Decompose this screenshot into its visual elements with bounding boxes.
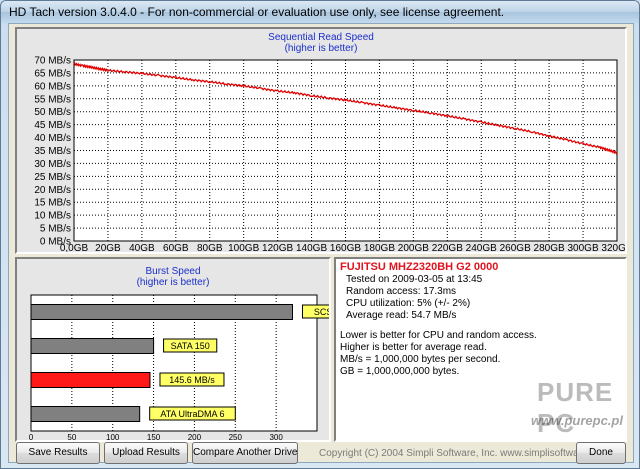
read-y-tick-label: 25 MB/s <box>34 172 71 183</box>
copyright-text: Copyright (C) 2004 Simpli Software, Inc.… <box>319 448 610 459</box>
read-x-tick-label: 140GB <box>296 243 327 252</box>
average-read: Average read: 54.7 MB/s <box>346 310 457 321</box>
read-x-tick-label: 80GB <box>197 243 223 252</box>
burst-bar-label: 145.6 MB/s <box>169 375 215 385</box>
random-access: Random access: 17.3ms <box>346 286 457 297</box>
compare-another-drive-button[interactable]: Compare Another Drive <box>192 442 298 464</box>
results-info-panel: FUJITSU MHZ2320BH G2 0000 Tested on 2009… <box>334 257 627 442</box>
read-x-tick-label: 40GB <box>129 243 155 252</box>
note-lower-better: Lower is better for CPU and random acces… <box>340 330 537 341</box>
read-y-tick-label: 40 MB/s <box>34 133 71 144</box>
burst-bar-label: ATA UltraDMA 6 <box>160 409 224 419</box>
read-x-tick-label: 200GB <box>398 243 429 252</box>
window-title: HD Tach version 3.0.4.0 - For non-commer… <box>9 5 505 19</box>
read-speed-panel: Sequential Read Speed (higher is better)… <box>15 27 627 254</box>
read-x-tick-label: 300GB <box>567 243 598 252</box>
read-y-tick-label: 60 MB/s <box>34 81 71 92</box>
burst-x-tick-label: 0 <box>29 433 34 440</box>
read-x-tick-label: 220GB <box>432 243 463 252</box>
cpu-utilization: CPU utilization: 5% (+/- 2%) <box>346 298 471 309</box>
burst-bar-label: SCSI Ultra320 <box>314 307 329 317</box>
app-window: HD Tach version 3.0.4.0 - For non-commer… <box>0 0 640 469</box>
read-y-tick-label: 30 MB/s <box>34 159 71 170</box>
read-y-tick-label: 20 MB/s <box>34 185 71 196</box>
burst-bar <box>30 338 155 354</box>
client-area: Sequential Read Speed (higher is better)… <box>8 23 634 464</box>
read-x-tick-label: 160GB <box>330 243 361 252</box>
read-y-tick-label: 5 MB/s <box>40 224 71 235</box>
read-x-tick-label: 0,0GB <box>60 243 89 252</box>
burst-x-tick-label: 150 <box>147 433 161 440</box>
read-x-tick-label: 180GB <box>364 243 395 252</box>
note-higher-better: Higher is better for average read. <box>340 342 487 353</box>
read-x-tick-label: 320GB <box>601 243 625 252</box>
read-x-tick-label: 20GB <box>95 243 121 252</box>
save-results-button[interactable]: Save Results <box>16 442 100 464</box>
read-x-tick-label: 260GB <box>500 243 531 252</box>
read-y-tick-label: 50 MB/s <box>34 107 71 118</box>
read-y-tick-label: 65 MB/s <box>34 68 71 79</box>
read-speed-chart: 70 MB/s65 MB/s 60 MB/s 55 MB/s 50 MB/s 45 MB… <box>34 56 625 253</box>
burst-speed-chart: 0 50 100 150 200 250 300 SCSI Ultra320 SATA 150 1… <box>29 294 329 440</box>
burst-bar <box>30 406 141 422</box>
read-y-tick-label: 70 MB/s <box>34 56 71 67</box>
note-gb: GB = 1,000,000,000 bytes. <box>340 366 460 377</box>
read-x-tick-label: 100GB <box>228 243 259 252</box>
read-y-tick-label: 10 MB/s <box>34 211 71 222</box>
read-x-tick-label: 120GB <box>262 243 293 252</box>
burst-speed-panel: Burst Speed (higher is better) 0 50 100 150… <box>15 257 331 442</box>
burst-bar <box>30 304 293 320</box>
read-y-tick-label: 55 MB/s <box>34 94 71 105</box>
upload-results-button[interactable]: Upload Results <box>104 442 188 464</box>
read-x-tick-label: 280GB <box>534 243 565 252</box>
title-bar[interactable]: HD Tach version 3.0.4.0 - For non-commer… <box>1 1 639 23</box>
note-mbs: MB/s = 1,000,000 bytes per second. <box>340 354 501 365</box>
burst-x-tick-label: 200 <box>188 433 202 440</box>
tested-on: Tested on 2009-03-05 at 13:45 <box>346 274 483 285</box>
burst-x-tick-label: 50 <box>67 433 76 440</box>
burst-x-tick-label: 300 <box>269 433 283 440</box>
read-y-tick-label: 45 MB/s <box>34 120 71 131</box>
burst-bar-label: SATA 150 <box>171 341 210 351</box>
burst-x-tick-label: 250 <box>229 433 243 440</box>
done-button[interactable]: Done <box>576 442 626 464</box>
read-y-tick-label: 15 MB/s <box>34 198 71 209</box>
read-x-tick-label: 60GB <box>163 243 189 252</box>
drive-model: FUJITSU MHZ2320BH G2 0000 <box>340 261 499 273</box>
read-x-tick-label: 240GB <box>466 243 497 252</box>
read-y-tick-label: 35 MB/s <box>34 146 71 157</box>
burst-bar <box>30 372 151 388</box>
burst-x-tick-label: 100 <box>106 433 120 440</box>
